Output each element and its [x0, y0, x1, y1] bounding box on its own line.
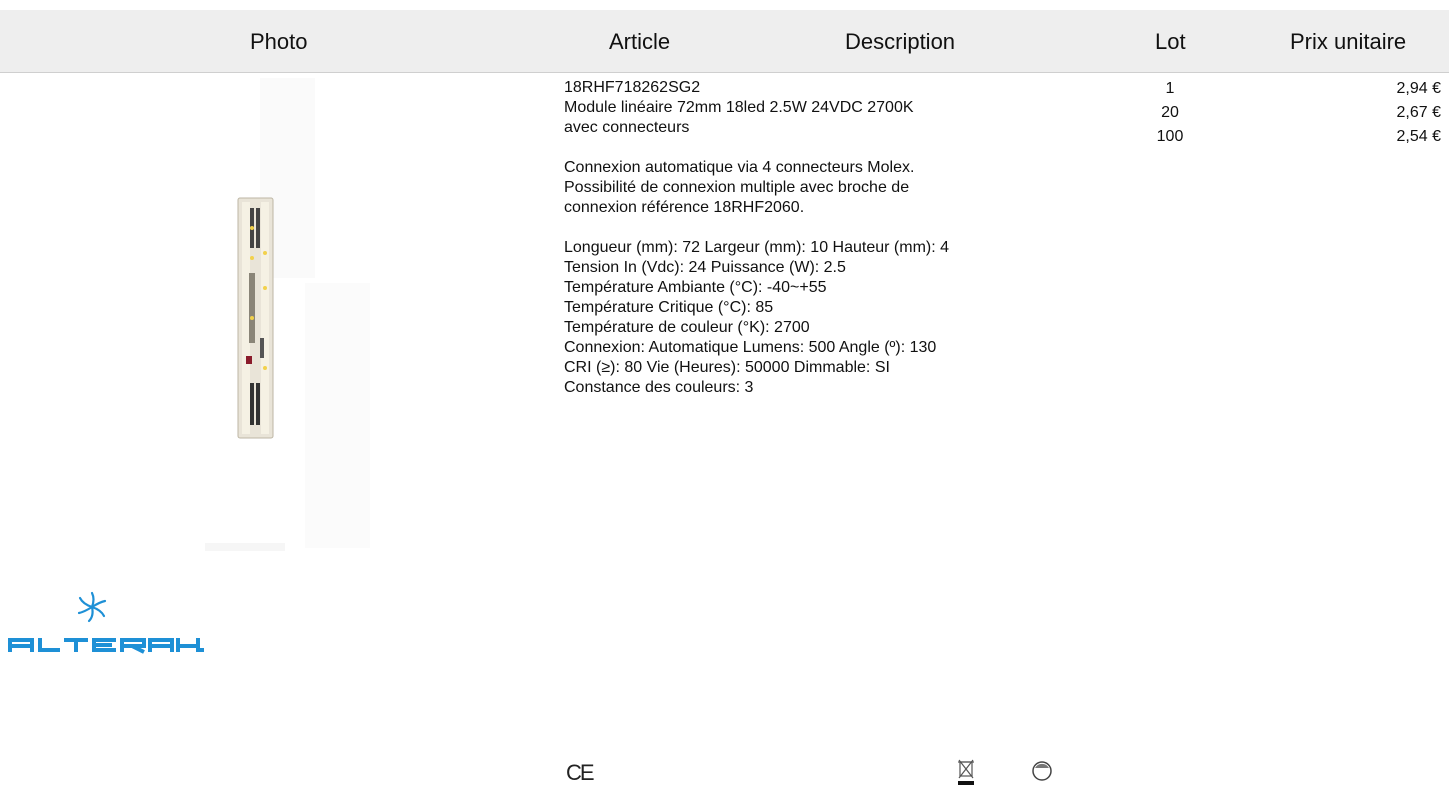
product-name-line: avec connecteurs: [564, 119, 690, 136]
connection-info: Connexion automatique via 4 connecteurs …: [564, 158, 1064, 218]
alterah-logo: [8, 591, 204, 654]
price-column: 2,94 € 2,67 € 2,54 €: [1300, 78, 1441, 150]
product-description: 18RHF718262SG2 Module linéaire 72mm 18le…: [564, 78, 1064, 418]
brand-logo: [8, 590, 208, 660]
recycle-circle-icon: [1030, 759, 1054, 788]
unit-price: 2,94 €: [1396, 80, 1441, 97]
column-header-lot: Lot: [1155, 29, 1186, 54]
table-header: Photo Article Description Lot Prix unita…: [0, 10, 1449, 73]
product-header-block: 18RHF718262SG2 Module linéaire 72mm 18le…: [564, 78, 1064, 138]
unit-price: 2,67 €: [1396, 104, 1441, 121]
led-module-photo: [205, 78, 370, 553]
spec-line: Tension In (Vdc): 24 Puissance (W): 2.5: [564, 259, 846, 276]
spec-line: Température de couleur (°K): 2700: [564, 319, 810, 336]
column-header-prix-unitaire: Prix unitaire: [1290, 29, 1407, 54]
column-header-article: Article: [609, 29, 671, 54]
connection-line: Possibilité de connexion multiple avec b…: [564, 179, 910, 196]
lot-value: 1: [1165, 80, 1175, 97]
unit-price: 2,54 €: [1396, 128, 1441, 145]
connection-line: Connexion automatique via 4 connecteurs …: [564, 159, 915, 176]
spec-line: Connexion: Automatique Lumens: 500 Angle…: [564, 339, 937, 356]
column-header-description: Description: [845, 29, 956, 54]
lot-value: 20: [1161, 104, 1179, 121]
weee-bin-icon: [955, 758, 977, 791]
ce-mark-icon: CE: [566, 760, 595, 785]
spec-line: Température Critique (°C): 85: [564, 299, 774, 316]
spec-line: CRI (≥): 80 Vie (Heures): 50000 Dimmable…: [564, 359, 890, 376]
lot-column: 1 20 100: [1120, 78, 1220, 150]
connection-line: connexion référence 18RHF2060.: [564, 199, 805, 216]
spec-line: Température Ambiante (°C): -40~+55: [564, 279, 827, 296]
product-photo: [205, 78, 370, 553]
lot-value: 100: [1156, 128, 1184, 145]
column-header-photo: Photo: [250, 29, 308, 54]
spec-line: Longueur (mm): 72 Largeur (mm): 10 Haute…: [564, 239, 950, 256]
specifications: Longueur (mm): 72 Largeur (mm): 10 Haute…: [564, 238, 1064, 398]
product-reference: 18RHF718262SG2: [564, 79, 701, 96]
spec-line: Constance des couleurs: 3: [564, 379, 754, 396]
product-name-line: Module linéaire 72mm 18led 2.5W 24VDC 27…: [564, 99, 914, 116]
